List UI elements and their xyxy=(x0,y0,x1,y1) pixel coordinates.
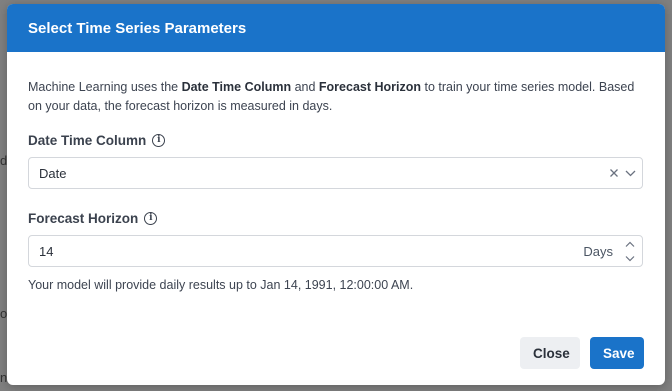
chevron-down-icon[interactable] xyxy=(623,252,637,264)
dialog-body: Machine Learning uses the Date Time Colu… xyxy=(7,52,665,292)
quantity-stepper xyxy=(623,238,637,264)
date-time-column-value: Date xyxy=(39,165,67,181)
chevron-up-icon[interactable] xyxy=(623,238,637,250)
intro-bold-date-time: Date Time Column xyxy=(181,80,292,94)
forecast-helper-text: Your model will provide daily results up… xyxy=(28,278,414,292)
close-icon[interactable] xyxy=(608,167,620,179)
chevron-down-icon[interactable] xyxy=(624,167,636,179)
date-time-column-select[interactable]: Date xyxy=(28,157,643,189)
dialog-title: Select Time Series Parameters xyxy=(28,19,247,37)
forecast-horizon-label-text: Forecast Horizon xyxy=(28,210,139,226)
info-icon[interactable]: i xyxy=(144,211,158,225)
forecast-horizon-unit: Days xyxy=(583,243,613,259)
dialog-footer: Close Save xyxy=(520,337,644,369)
dialog-header: Select Time Series Parameters xyxy=(7,4,665,52)
date-time-column-label: Date Time Column i xyxy=(28,130,644,150)
intro-bold-forecast: Forecast Horizon xyxy=(318,80,422,94)
info-icon[interactable]: i xyxy=(152,133,166,147)
intro-part-1: Machine Learning uses the xyxy=(28,80,182,94)
intro-text: Machine Learning uses the Date Time Colu… xyxy=(28,78,644,116)
forecast-horizon-value: 14 xyxy=(39,243,54,259)
close-button[interactable]: Close xyxy=(520,337,580,369)
intro-part-2: and xyxy=(291,80,319,94)
forecast-horizon-input[interactable]: 14 Days xyxy=(28,235,643,267)
save-button[interactable]: Save xyxy=(590,337,644,369)
date-time-column-label-text: Date Time Column xyxy=(28,132,147,148)
select-actions xyxy=(608,158,636,188)
time-series-dialog: Select Time Series Parameters Machine Le… xyxy=(7,4,665,385)
forecast-horizon-label: Forecast Horizon i xyxy=(28,208,644,228)
